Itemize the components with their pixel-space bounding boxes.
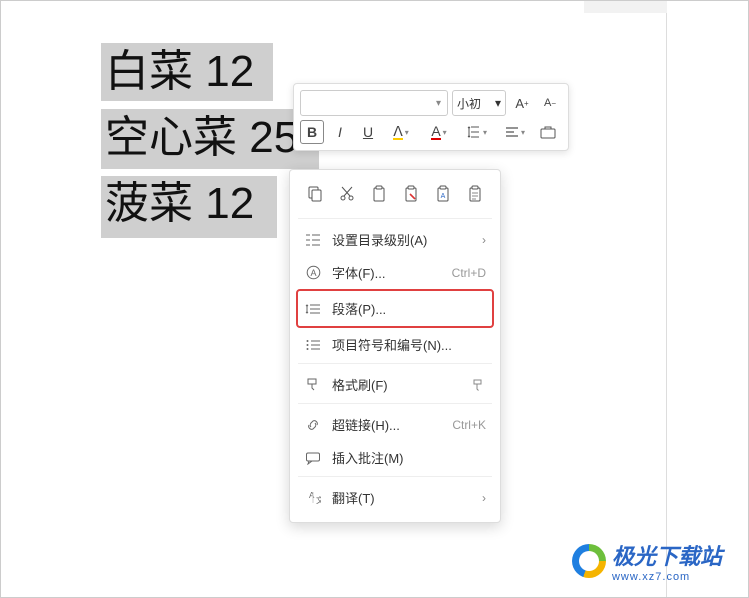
clipboard-text-icon: A bbox=[434, 185, 452, 203]
increase-font-button[interactable]: A+ bbox=[510, 91, 534, 115]
chevron-right-icon: › bbox=[482, 491, 486, 505]
document-body[interactable]: 白菜 12 空心菜 25 菠菜 12 bbox=[105, 39, 298, 237]
menu-hyperlink[interactable]: 超链接(H)... Ctrl+K bbox=[298, 408, 492, 441]
format-painter-pin-icon bbox=[472, 378, 486, 392]
highlight-icon: ꓥ bbox=[393, 124, 403, 140]
menu-label: 段落(P)... bbox=[332, 299, 486, 318]
mini-toolbar: ▾ 小初 ▾ A+ A− B I U ꓥ▾ A▾ ▾ ▾ bbox=[293, 83, 569, 151]
highlight-color-button[interactable]: ꓥ▾ bbox=[384, 120, 418, 144]
bold-label: B bbox=[307, 124, 317, 140]
font-color-icon: A bbox=[431, 124, 440, 140]
line-spacing-icon bbox=[467, 125, 481, 139]
bold-button[interactable]: B bbox=[300, 120, 324, 144]
copy-button[interactable] bbox=[302, 182, 328, 206]
menu-label: 字体(F)... bbox=[332, 263, 442, 282]
align-icon bbox=[505, 125, 519, 139]
decrease-font-button[interactable]: A− bbox=[538, 91, 562, 115]
italic-button[interactable]: I bbox=[328, 120, 352, 144]
menu-translate[interactable]: A文 翻译(T) › bbox=[298, 481, 492, 514]
outline-icon bbox=[304, 233, 322, 247]
align-button[interactable]: ▾ bbox=[498, 120, 532, 144]
menu-label: 项目符号和编号(N)... bbox=[332, 335, 486, 354]
link-icon bbox=[304, 418, 322, 432]
brush-icon bbox=[304, 377, 322, 392]
clipboard-icon bbox=[370, 185, 388, 203]
svg-text:A: A bbox=[309, 491, 315, 500]
paragraph-icon bbox=[304, 302, 322, 316]
underline-label: U bbox=[363, 124, 373, 140]
menu-separator bbox=[298, 363, 492, 364]
menu-separator bbox=[298, 218, 492, 219]
underline-button[interactable]: U bbox=[356, 120, 380, 144]
menu-label: 翻译(T) bbox=[332, 488, 472, 507]
doc-line[interactable]: 菠菜 12 bbox=[105, 171, 298, 237]
watermark-logo-icon bbox=[572, 544, 606, 578]
clipboard-list-icon bbox=[466, 185, 484, 203]
paragraph-highlight: 段落(P)... bbox=[296, 289, 494, 328]
scissors-icon bbox=[338, 185, 356, 203]
menu-insert-comment[interactable]: 插入批注(M) bbox=[298, 441, 492, 474]
menu-outline-level[interactable]: 设置目录级别(A) › bbox=[298, 223, 492, 256]
chevron-down-icon: ▾ bbox=[405, 128, 409, 137]
paste-button[interactable] bbox=[366, 182, 392, 206]
menu-label: 插入批注(M) bbox=[332, 448, 486, 467]
toolbox-button[interactable] bbox=[536, 120, 560, 144]
menu-label: 设置目录级别(A) bbox=[332, 230, 472, 249]
menu-label: 格式刷(F) bbox=[332, 375, 462, 394]
menu-bullets-numbering[interactable]: 项目符号和编号(N)... bbox=[298, 328, 492, 361]
chevron-down-icon: ▾ bbox=[521, 128, 525, 137]
font-size-value: 小初 bbox=[457, 95, 481, 112]
toolbox-icon bbox=[540, 125, 556, 139]
watermark-title: 极光下载站 bbox=[612, 544, 722, 569]
svg-text:A: A bbox=[310, 268, 316, 278]
line-spacing-button[interactable]: ▾ bbox=[460, 120, 494, 144]
chevron-down-icon: ▾ bbox=[495, 96, 501, 110]
shortcut-hint: Ctrl+K bbox=[452, 418, 486, 432]
paste-special-button[interactable] bbox=[462, 182, 488, 206]
chevron-right-icon: › bbox=[482, 233, 486, 247]
copy-icon bbox=[306, 185, 324, 203]
watermark: 极光下载站 www.xz7.com bbox=[572, 539, 722, 583]
menu-paragraph[interactable]: 段落(P)... bbox=[298, 292, 492, 325]
chevron-down-icon: ▾ bbox=[443, 128, 447, 137]
svg-text:A: A bbox=[441, 193, 446, 200]
shortcut-hint: Ctrl+D bbox=[452, 266, 486, 280]
paste-format-button[interactable] bbox=[398, 182, 424, 206]
comment-icon bbox=[304, 451, 322, 465]
menu-format-painter[interactable]: 格式刷(F) bbox=[298, 368, 492, 401]
svg-text:文: 文 bbox=[316, 495, 321, 505]
paste-text-button[interactable]: A bbox=[430, 182, 456, 206]
chevron-down-icon: ▾ bbox=[483, 128, 487, 137]
menu-separator bbox=[298, 403, 492, 404]
menu-separator bbox=[298, 476, 492, 477]
font-family-select[interactable]: ▾ bbox=[300, 90, 448, 116]
cut-button[interactable] bbox=[334, 182, 360, 206]
clipboard-brush-icon bbox=[402, 185, 420, 203]
page-margin-right bbox=[666, 1, 748, 597]
menu-label: 超链接(H)... bbox=[332, 415, 442, 434]
context-menu: A 设置目录级别(A) › A 字体(F)... Ctrl+D 段落(P)... bbox=[289, 169, 501, 523]
font-color-button[interactable]: A▾ bbox=[422, 120, 456, 144]
list-icon bbox=[304, 338, 322, 352]
doc-line[interactable]: 空心菜 25 bbox=[105, 105, 298, 171]
font-size-select[interactable]: 小初 ▾ bbox=[452, 90, 506, 116]
watermark-url: www.xz7.com bbox=[612, 571, 722, 583]
doc-line[interactable]: 白菜 12 bbox=[105, 39, 298, 105]
menu-font[interactable]: A 字体(F)... Ctrl+D bbox=[298, 256, 492, 289]
chevron-down-icon: ▾ bbox=[436, 98, 441, 109]
italic-label: I bbox=[338, 124, 342, 140]
font-icon: A bbox=[304, 265, 322, 280]
translate-icon: A文 bbox=[304, 490, 322, 505]
